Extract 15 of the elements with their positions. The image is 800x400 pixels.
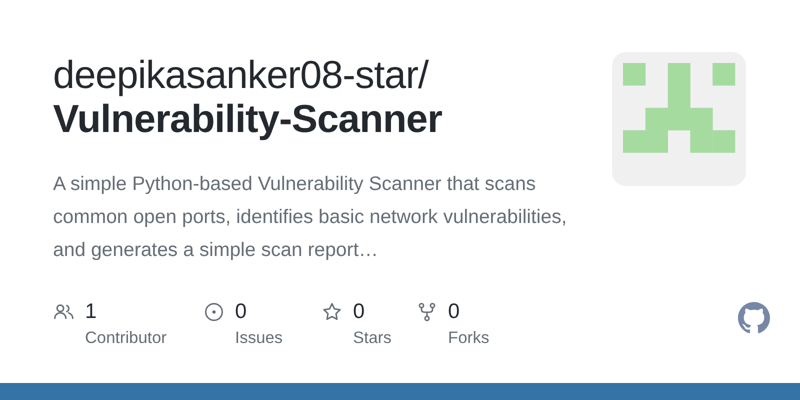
fork-icon	[416, 301, 438, 323]
stat-label: Stars	[353, 329, 393, 348]
stat-count: 1	[85, 299, 98, 325]
github-logo-icon	[738, 302, 770, 334]
stat-label: Contributor	[85, 329, 168, 348]
repo-name: Vulnerability-Scanner	[53, 98, 444, 142]
repo-description: A simple Python-based Vulnerability Scanner that scans common open ports, identifies basic network vulnerabilities, and generates a simple scan report…	[53, 172, 568, 263]
issue-icon	[203, 301, 225, 323]
star-icon	[321, 301, 343, 323]
stat-count: 0	[448, 299, 461, 325]
stat-count: 0	[353, 299, 366, 325]
stat-label: Issues	[235, 329, 284, 348]
stat-count: 0	[235, 299, 248, 325]
stat-label: Forks	[448, 329, 490, 348]
repo-owner: deepikasanker08-star/	[53, 54, 430, 98]
